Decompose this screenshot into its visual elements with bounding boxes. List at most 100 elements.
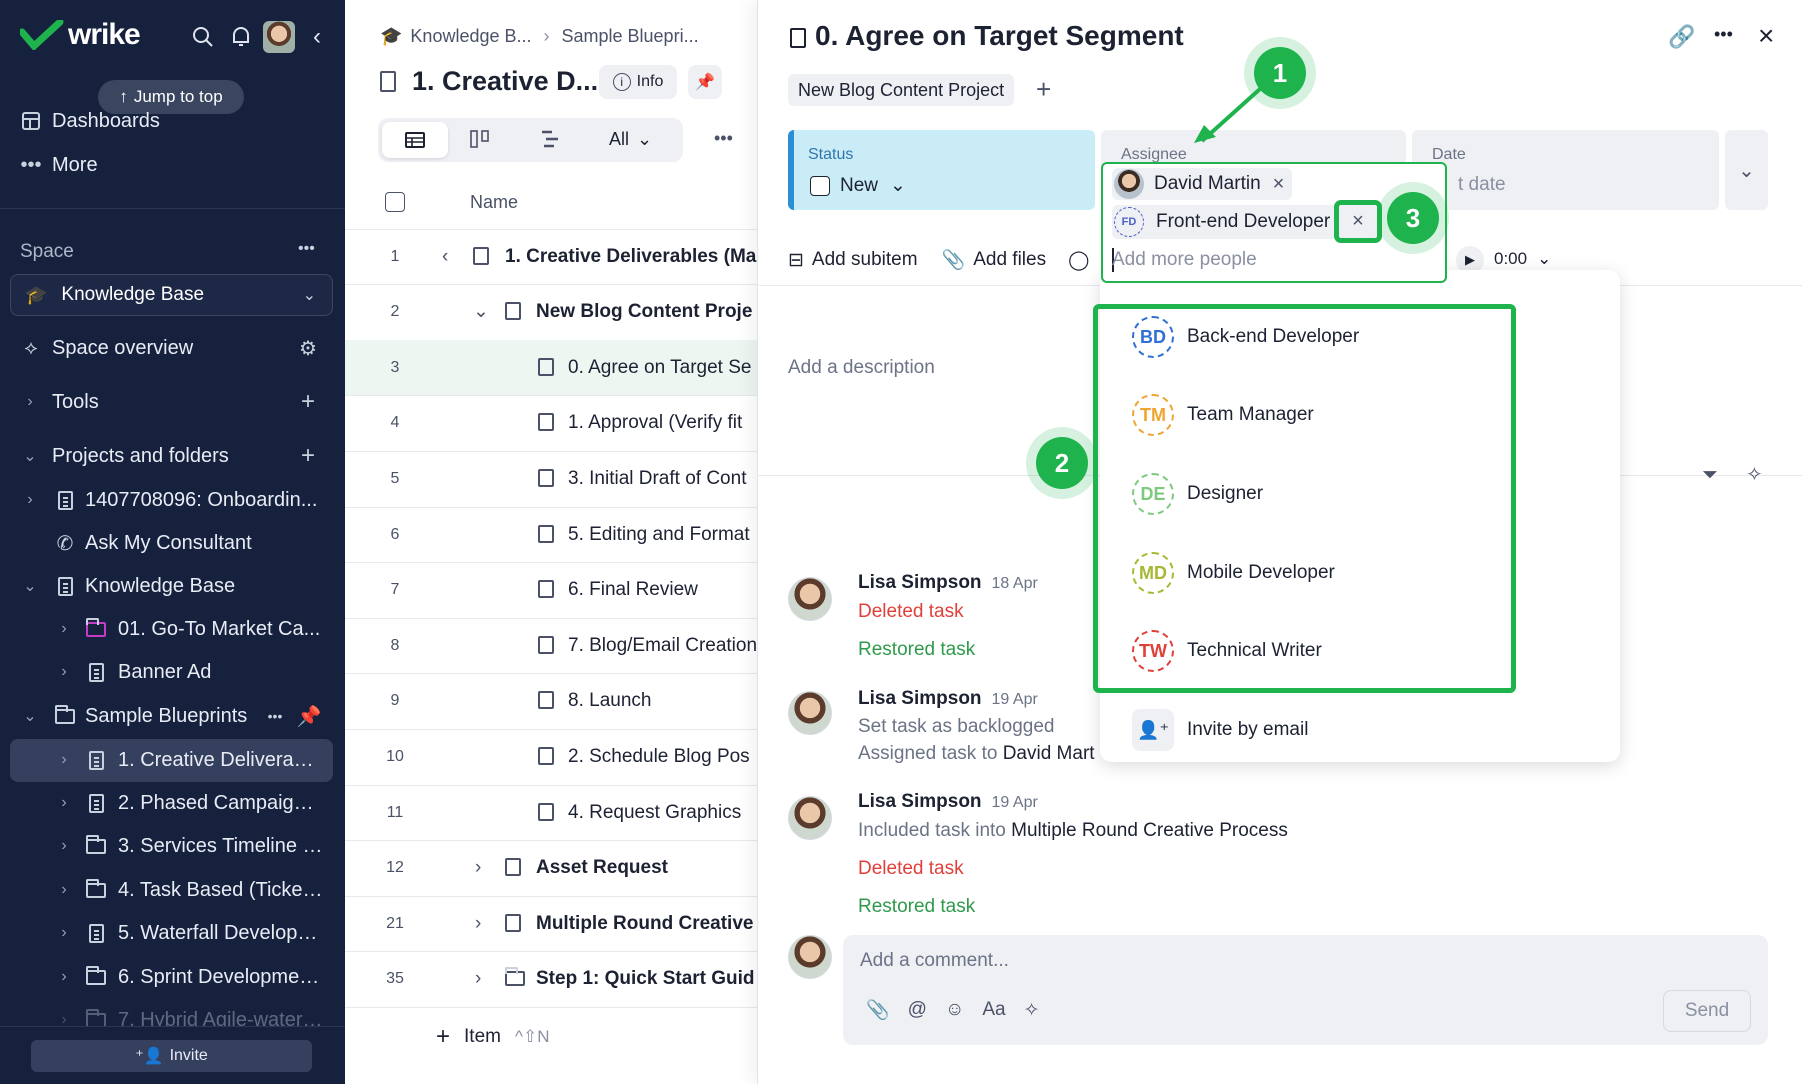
select-all-checkbox[interactable] [385,192,405,212]
chevron-right-icon[interactable]: › [475,913,481,935]
sidebar-item-dashboards[interactable]: Dashboards [0,101,345,141]
status-checkbox[interactable] [810,175,830,196]
table-row[interactable]: 35 › Step 1: Quick Start Guid [345,951,757,1006]
gantt-view-icon[interactable] [540,130,566,152]
tree-item[interactable]: ⌄ Knowledge Base [0,566,345,606]
text-format-button[interactable]: Aa [982,999,1005,1021]
table-row[interactable]: 5 3. Initial Draft of Cont [345,451,757,506]
comment-input[interactable]: Add a comment... [860,950,1009,972]
tree-item[interactable]: › 3. Services Timeline (... [0,826,345,866]
check-circle-icon[interactable]: ◯ [1068,249,1089,272]
chevron-left-icon[interactable]: ‹ [442,246,448,268]
add-icon[interactable]: + [297,442,319,469]
add-item-button[interactable]: + Item ^⇧N [436,1023,549,1051]
table-view-icon[interactable] [382,122,448,158]
tree-item-selected[interactable]: › 1. Creative Deliverabl... [0,740,345,780]
table-row[interactable]: 10 2. Schedule Blog Pos [345,729,757,784]
activity-link[interactable]: Multiple Round Creative Process [1011,820,1288,841]
search-icon[interactable] [190,24,216,50]
info-button[interactable]: i Info [599,65,677,99]
sidebar-item-projects-and-folders[interactable]: ⌄ Projects and folders + [0,436,345,476]
sparkle-icon[interactable]: ✧ [1024,999,1040,1022]
timer-dropdown[interactable]: 0:00 ⌄ [1494,249,1551,269]
table-row[interactable]: 11 4. Request Graphics [345,785,757,840]
tree-item[interactable]: › 1407708096: Onboardin... [0,480,345,520]
pin-icon[interactable]: 📌 [297,705,322,728]
add-icon[interactable]: + [1036,74,1051,105]
chevron-down-icon[interactable]: ⌄ [20,446,40,466]
gear-icon[interactable]: ⚙ [297,337,319,360]
more-dots-icon[interactable]: ••• [1714,24,1733,45]
chevron-right-icon[interactable]: › [54,663,74,681]
tree-item[interactable]: › 2. Phased Campaign ... [0,783,345,823]
activity-link[interactable]: David Mart [1003,743,1095,764]
wrike-logo[interactable]: wrike [20,18,141,52]
description-input[interactable]: Add a description [788,357,935,379]
table-row[interactable]: 4 1. Approval (Verify fit [345,395,757,450]
chevron-right-icon[interactable]: › [54,837,74,855]
remove-assignee-icon[interactable]: × [1273,173,1285,196]
link-icon[interactable]: 🔗 [1668,24,1695,50]
mention-icon[interactable]: @ [908,999,927,1021]
invite-button[interactable]: ⁺👤 Invite [31,1040,312,1072]
table-row[interactable]: 12 › Asset Request [345,840,757,895]
breadcrumb-item[interactable]: Sample Bluepri... [562,26,699,47]
chevron-right-icon[interactable]: › [475,857,481,879]
space-more-icon[interactable]: ••• [298,240,315,258]
chevron-right-icon[interactable]: › [54,924,74,942]
bell-icon[interactable] [228,24,254,50]
close-icon[interactable]: × [1758,20,1774,52]
tree-item[interactable]: ⌄ Sample Blueprints ••• 📌 [0,696,345,736]
table-row[interactable]: 8 7. Blog/Email Creation [345,618,757,673]
chevron-right-icon[interactable]: › [54,881,74,899]
activity-user[interactable]: Lisa Simpson [858,572,982,593]
activity-user[interactable]: Lisa Simpson [858,688,982,709]
chevron-right-icon[interactable]: › [475,968,481,990]
add-files-button[interactable]: Add files [973,249,1046,271]
chevron-right-icon[interactable]: › [54,968,74,986]
assignee-chip[interactable]: David Martin × [1112,168,1293,200]
task-title[interactable]: 0. Agree on Target Segment [815,20,1184,52]
chevron-right-icon[interactable]: › [54,794,74,812]
table-row[interactable]: 9 8. Launch [345,673,757,728]
sidebar-item-space-overview[interactable]: ⟡ Space overview ⚙ [0,328,345,368]
tree-item[interactable]: ✆ Ask My Consultant [0,523,345,563]
paperclip-icon[interactable]: 📎 [866,998,890,1022]
status-field[interactable]: Status New ⌄ [788,130,1095,210]
chevron-down-icon[interactable]: ⌄ [20,576,40,596]
invite-by-email-button[interactable]: 👤⁺ Invite by email [1090,700,1590,760]
chevron-down-icon[interactable]: ⌄ [20,706,40,726]
date-field[interactable]: Date t date [1412,130,1719,210]
status-dropdown[interactable]: New ⌄ [810,174,906,197]
assignee-chip[interactable]: FD Front-end Developer [1112,205,1338,239]
chevron-down-icon[interactable]: ⌄ [473,300,489,323]
board-view-icon[interactable] [470,130,496,152]
breadcrumb-item[interactable]: Knowledge B... [410,26,531,47]
pin-icon[interactable]: 📌 [688,65,722,99]
tree-item[interactable]: › 4. Task Based (Ticket... [0,870,345,910]
project-tag[interactable]: New Blog Content Project [788,74,1015,106]
filter-icon[interactable]: ⏷ [1702,464,1718,487]
remove-assignee-icon[interactable]: × [1334,200,1382,243]
add-icon[interactable]: + [297,388,319,415]
space-selector[interactable]: 🎓 Knowledge Base ⌄ [10,274,333,316]
sidebar-item-tools[interactable]: › Tools + [0,382,345,422]
sparkle-icon[interactable]: ✧ [1746,462,1763,487]
more-dots-icon[interactable]: ••• [714,128,733,149]
chevron-right-icon[interactable]: › [54,620,74,638]
chevron-right-icon[interactable]: › [54,751,74,769]
tree-item[interactable]: › 6. Sprint Developmen... [0,957,345,997]
more-dots-icon[interactable]: ••• [264,705,286,727]
tree-item[interactable]: › 5. Waterfall Developm... [0,913,345,953]
table-row[interactable]: 2 ⌄ New Blog Content Proje [345,284,757,339]
collapse-sidebar-icon[interactable]: ‹ [306,23,328,50]
add-more-people-input[interactable]: Add more people [1112,249,1257,271]
tree-item[interactable]: › 01. Go-To Market Ca... [0,609,345,649]
table-row[interactable]: 6 5. Editing and Format [345,507,757,562]
chevron-right-icon[interactable]: › [20,393,40,411]
table-row-selected[interactable]: 3 0. Agree on Target Se [345,340,757,395]
activity-user[interactable]: Lisa Simpson [858,791,982,812]
expand-fields-icon[interactable]: ⌄ [1725,130,1768,210]
tree-item[interactable]: › Banner Ad [0,652,345,692]
table-row[interactable]: 1 ‹ 1. Creative Deliverables (Ma [345,229,757,284]
